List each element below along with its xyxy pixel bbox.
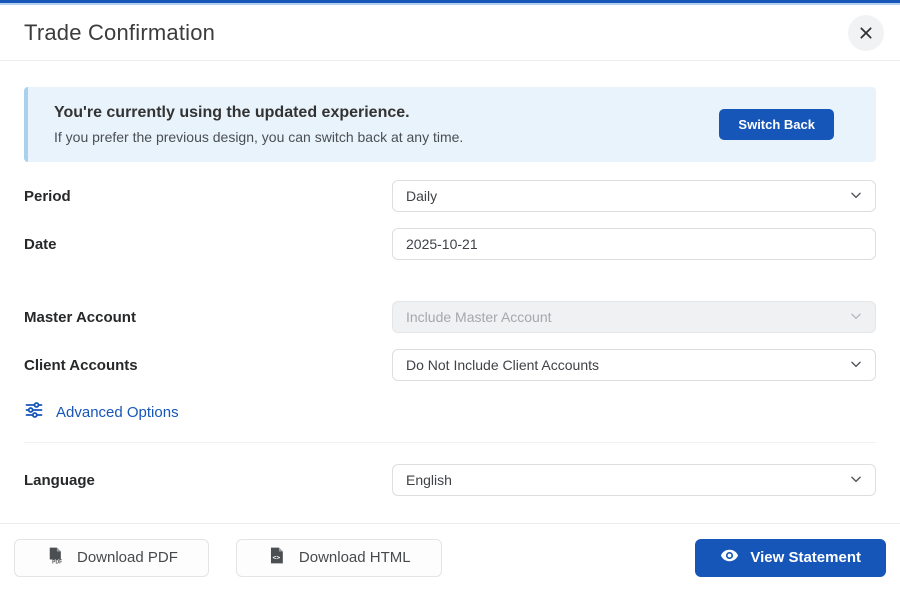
period-row: Period Daily xyxy=(24,180,876,212)
advanced-options-link[interactable]: Advanced Options xyxy=(24,400,179,424)
date-row: Date xyxy=(24,228,876,260)
updated-experience-banner: You're currently using the updated exper… xyxy=(24,87,876,162)
svg-text:<>: <> xyxy=(272,554,280,561)
download-html-button[interactable]: <> Download HTML xyxy=(236,539,442,577)
client-accounts-label: Client Accounts xyxy=(24,357,392,374)
close-icon xyxy=(858,25,874,41)
eye-icon xyxy=(720,546,739,569)
client-accounts-select[interactable]: Do Not Include Client Accounts xyxy=(392,349,876,381)
chevron-down-icon xyxy=(849,309,863,326)
master-account-select: Include Master Account xyxy=(392,301,876,333)
master-account-label: Master Account xyxy=(24,309,392,326)
banner-subtitle: If you prefer the previous design, you c… xyxy=(54,129,463,145)
chevron-down-icon xyxy=(849,357,863,374)
client-accounts-value: Do Not Include Client Accounts xyxy=(406,357,849,373)
period-value: Daily xyxy=(406,188,849,204)
svg-text:PDF: PDF xyxy=(52,559,62,565)
date-label: Date xyxy=(24,236,392,253)
switch-back-button[interactable]: Switch Back xyxy=(719,109,834,140)
download-pdf-label: Download PDF xyxy=(77,549,178,566)
download-pdf-button[interactable]: PDF Download PDF xyxy=(14,539,209,577)
period-label: Period xyxy=(24,188,392,205)
section-divider xyxy=(24,442,876,443)
date-input[interactable] xyxy=(406,236,863,252)
client-accounts-row: Client Accounts Do Not Include Client Ac… xyxy=(24,349,876,381)
advanced-options-label: Advanced Options xyxy=(56,404,179,421)
chevron-down-icon xyxy=(849,188,863,205)
download-html-label: Download HTML xyxy=(299,549,411,566)
close-button[interactable] xyxy=(848,15,884,51)
modal-header: Trade Confirmation xyxy=(0,5,900,61)
file-code-icon: <> xyxy=(267,546,286,569)
banner-text: You're currently using the updated exper… xyxy=(54,104,463,145)
form-area: Period Daily Date Master Account Include… xyxy=(0,180,900,496)
language-value: English xyxy=(406,472,849,488)
sliders-icon xyxy=(24,400,44,424)
file-pdf-icon: PDF xyxy=(45,546,64,569)
language-select[interactable]: English xyxy=(392,464,876,496)
banner-title: You're currently using the updated exper… xyxy=(54,104,463,122)
language-row: Language English xyxy=(24,464,876,496)
view-statement-button[interactable]: View Statement xyxy=(695,539,886,577)
language-label: Language xyxy=(24,472,392,489)
period-select[interactable]: Daily xyxy=(392,180,876,212)
modal-footer: PDF Download PDF <> Download HTML View S… xyxy=(0,523,900,591)
view-statement-label: View Statement xyxy=(750,549,861,566)
date-field[interactable] xyxy=(392,228,876,260)
master-account-row: Master Account Include Master Account xyxy=(24,301,876,333)
chevron-down-icon xyxy=(849,472,863,489)
master-account-value: Include Master Account xyxy=(406,309,849,325)
page-title: Trade Confirmation xyxy=(24,20,215,46)
